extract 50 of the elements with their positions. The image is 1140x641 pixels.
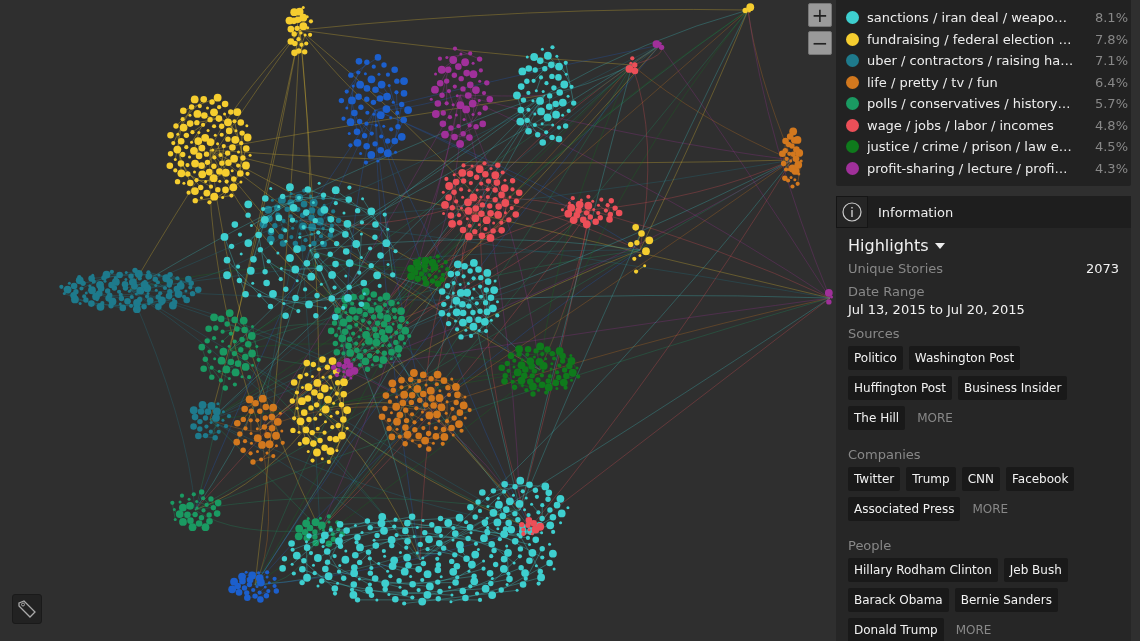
- topic-share: 7.8%: [1093, 31, 1128, 47]
- entity-tag[interactable]: Politico: [848, 346, 903, 370]
- topic-share: 4.5%: [1093, 139, 1128, 155]
- group-label: Companies: [848, 447, 922, 462]
- entity-tag[interactable]: Huffington Post: [848, 376, 953, 400]
- more-link[interactable]: MORE: [917, 411, 953, 425]
- entity-tag[interactable]: Barack Obama: [848, 588, 949, 612]
- entity-tag[interactable]: Associated Press: [848, 497, 961, 521]
- topic-label[interactable]: sanctions / iran deal / weapo…: [867, 10, 1080, 26]
- entity-tag[interactable]: Donald Trump: [848, 618, 944, 641]
- entity-tag[interactable]: Hillary Rodham Clinton: [848, 558, 998, 582]
- topic-label[interactable]: fundraising / federal election …: [867, 31, 1080, 47]
- group-label: People: [848, 538, 893, 553]
- entity-tag[interactable]: CNN: [961, 467, 1000, 491]
- topic-label[interactable]: wage / jobs / labor / incomes: [867, 117, 1080, 133]
- highlights-dropdown[interactable]: Highlights: [848, 236, 945, 255]
- date-range-label: Date Range: [848, 284, 926, 299]
- topic-share: 5.7%: [1093, 96, 1128, 112]
- topic-label[interactable]: profit-sharing / lecture / profi…: [867, 160, 1080, 176]
- date-range-value: Jul 13, 2015 to Jul 20, 2015: [848, 302, 1026, 317]
- info-icon: [842, 202, 862, 222]
- entity-tag[interactable]: Washington Post: [908, 346, 1021, 370]
- topic-share: 4.8%: [1093, 117, 1128, 133]
- group-label: Sources: [848, 326, 901, 341]
- stat-value: 2073: [1085, 261, 1119, 276]
- topic-share: 7.1%: [1093, 53, 1128, 69]
- topic-share: 6.4%: [1093, 74, 1128, 90]
- more-link[interactable]: MORE: [955, 623, 992, 637]
- topic-share: 8.1%: [1093, 10, 1128, 26]
- topic-share: 4.3%: [1093, 160, 1128, 176]
- panel-title: Information: [878, 204, 954, 220]
- entity-tag[interactable]: The Hill: [848, 406, 906, 430]
- topic-label[interactable]: polls / conservatives / history…: [867, 96, 1080, 112]
- zoom-in-button[interactable]: +: [808, 3, 832, 27]
- more-link[interactable]: MORE: [972, 502, 1009, 516]
- tag-button[interactable]: [12, 594, 42, 624]
- topic-label[interactable]: justice / crime / prison / law e…: [867, 139, 1080, 155]
- topic-label[interactable]: uber / contractors / raising ha…: [867, 53, 1080, 69]
- entity-tag[interactable]: Business Insider: [958, 376, 1068, 400]
- info-button[interactable]: [836, 196, 868, 228]
- tag-icon: [17, 599, 37, 619]
- entity-tag[interactable]: Facebook: [1006, 467, 1075, 491]
- stat-label: Unique Stories: [848, 261, 944, 276]
- entity-tag[interactable]: Jeb Bush: [1003, 558, 1068, 582]
- entity-tag[interactable]: Bernie Sanders: [954, 588, 1058, 612]
- caret-icon: [934, 242, 945, 249]
- entity-tag[interactable]: Trump: [906, 467, 956, 491]
- zoom-out-button[interactable]: −: [808, 31, 832, 55]
- topic-label[interactable]: life / pretty / tv / fun: [867, 74, 1080, 90]
- entity-tag[interactable]: Twitter: [848, 467, 901, 491]
